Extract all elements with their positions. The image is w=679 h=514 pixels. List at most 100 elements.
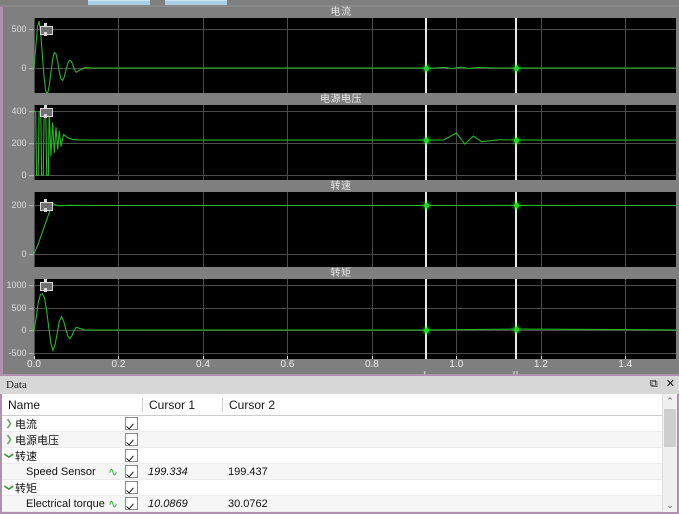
y-tick-label: 400 –: [11, 106, 34, 117]
trace-line: [34, 202, 676, 254]
chevron-right-icon[interactable]: ❯: [4, 434, 14, 445]
row-checkbox[interactable]: [125, 417, 138, 430]
cell-cursor2[interactable]: [222, 432, 310, 447]
cell-name[interactable]: ❯ 电源电压: [2, 432, 142, 447]
cell-cursor1[interactable]: [142, 416, 222, 431]
application-window: 电流 500 – 0 – 电源电压 400 – 200 – 0 – 转速 200 – 0 – 转矩 1…: [0, 0, 679, 514]
scale-handle-4[interactable]: [40, 279, 53, 292]
data-grid: Name Cursor 1 Cursor 2 ❯ 电流 ❯ 电源电压 ❯ 转速 Speed …: [0, 394, 679, 514]
plot-title-2: 电源电压: [320, 94, 362, 105]
cell-name[interactable]: Speed Sensor ∿: [2, 464, 142, 479]
scale-handle-2[interactable]: [40, 105, 53, 119]
cursor-point-I[interactable]: [424, 203, 429, 208]
x-tick-label: 0.2: [111, 359, 126, 370]
cursor-point-II[interactable]: [514, 203, 519, 208]
row-checkbox[interactable]: [125, 465, 138, 478]
cursor-line-I[interactable]: [425, 18, 427, 93]
y-tick-label: 0 –: [21, 248, 34, 259]
cell-name[interactable]: Electrical torque ∿: [2, 496, 142, 511]
cell-cursor1[interactable]: [142, 480, 222, 495]
table-row[interactable]: ❯ 转矩: [2, 480, 677, 496]
row-label: Electrical torque: [26, 497, 105, 510]
y-tick-label: 0 –: [21, 325, 34, 336]
x-tick-label: 1.4: [618, 359, 633, 370]
data-panel: Data ⧉ ✕ Name Cursor 1 Cursor 2 ❯ 电流 ❯ 电源电压…: [0, 374, 679, 514]
cell-cursor2[interactable]: [222, 448, 310, 463]
plot-canvas-2[interactable]: [34, 105, 676, 180]
scroll-up-icon[interactable]: ⌃: [663, 394, 677, 408]
column-header-name[interactable]: Name: [2, 398, 142, 412]
dock-icon[interactable]: ⧉: [650, 378, 658, 390]
table-row[interactable]: Speed Sensor ∿ 199.334 199.437: [2, 464, 677, 480]
table-row[interactable]: ❯ 电源电压: [2, 432, 677, 448]
cell-name[interactable]: ❯ 转速: [2, 448, 142, 463]
data-panel-buttons: ⧉ ✕: [650, 378, 675, 390]
cell-extra[interactable]: [310, 496, 677, 511]
plot-canvas-3[interactable]: [34, 192, 676, 267]
plot-title-1: 电流: [330, 7, 352, 18]
cell-name[interactable]: ❯ 电流: [2, 416, 142, 431]
cursor-point-I[interactable]: [424, 138, 429, 143]
y-axis-4: 1000 –500 –0 – -500 –: [3, 279, 34, 359]
scale-handle-1[interactable]: [40, 22, 53, 36]
cell-cursor2[interactable]: [222, 416, 310, 431]
cell-cursor1[interactable]: 199.334: [142, 464, 222, 479]
row-checkbox[interactable]: [125, 449, 138, 462]
cell-cursor2[interactable]: 199.437: [222, 464, 310, 479]
close-icon[interactable]: ✕: [666, 378, 675, 390]
cursor-point-II[interactable]: [514, 138, 519, 143]
column-header-cursor2[interactable]: Cursor 2: [222, 397, 310, 412]
y-tick-label: 0 –: [21, 63, 34, 73]
row-label: 电源电压: [15, 434, 59, 447]
cell-cursor2[interactable]: [222, 480, 310, 495]
chevron-down-icon[interactable]: ❯: [4, 451, 15, 461]
cursor-point-I[interactable]: [424, 328, 429, 333]
cell-cursor1[interactable]: [142, 448, 222, 463]
cell-cursor2[interactable]: 30.0762: [222, 496, 310, 511]
trace-svg-3: [34, 202, 676, 254]
cell-extra[interactable]: [310, 416, 677, 431]
cursor-point-II[interactable]: [514, 327, 519, 332]
cell-name[interactable]: ❯ 转矩: [2, 480, 142, 495]
column-header-cursor1[interactable]: Cursor 1: [142, 397, 222, 412]
table-row[interactable]: ❯ 转速: [2, 448, 677, 464]
data-panel-header: Data ⧉ ✕: [0, 376, 679, 395]
row-checkbox[interactable]: [125, 433, 138, 446]
row-label: 转矩: [15, 482, 37, 495]
trace-svg-1: [34, 20, 676, 93]
cursor-point-II[interactable]: [514, 66, 519, 71]
waveform-icon: ∿: [107, 496, 119, 511]
y-tick-label: 500 –: [11, 302, 34, 313]
row-checkbox[interactable]: [125, 481, 138, 494]
cell-cursor1[interactable]: 10.0869: [142, 496, 222, 511]
scale-handle-3[interactable]: [40, 199, 53, 213]
chevron-down-icon[interactable]: ❯: [4, 483, 15, 493]
plot-canvas-1[interactable]: [34, 18, 676, 93]
cursor-line-I[interactable]: [425, 279, 427, 359]
cell-cursor1[interactable]: [142, 432, 222, 447]
scroll-down-icon[interactable]: ⌄: [663, 498, 677, 512]
y-tick-label: 1000 –: [6, 279, 34, 290]
data-grid-header: Name Cursor 1 Cursor 2: [2, 394, 677, 416]
plot-area: 电流 500 – 0 – 电源电压 400 – 200 – 0 – 转速 200 – 0 – 转矩 1…: [0, 7, 679, 380]
trace-svg-2: [34, 110, 676, 176]
x-tick-label: 0.4: [195, 359, 210, 370]
row-checkbox[interactable]: [125, 497, 138, 510]
y-axis-2: 400 – 200 – 0 –: [3, 105, 34, 180]
cell-extra[interactable]: [310, 480, 677, 495]
x-tick-label: 0.0: [27, 359, 41, 370]
plot-canvas-4[interactable]: [34, 279, 676, 359]
scrollbar-thumb[interactable]: [664, 409, 676, 447]
row-label: Speed Sensor: [26, 465, 96, 478]
cell-extra[interactable]: [310, 432, 677, 447]
cell-extra[interactable]: [310, 448, 677, 463]
cursor-point-I[interactable]: [424, 66, 429, 71]
chevron-right-icon[interactable]: ❯: [4, 418, 14, 429]
cursor-line-II[interactable]: [515, 18, 517, 93]
table-row[interactable]: Electrical torque ∿ 10.0869 30.0762: [2, 496, 677, 512]
data-grid-scrollbar[interactable]: ⌃ ⌄: [662, 394, 677, 512]
y-axis-3: 200 – 0 –: [3, 192, 34, 267]
cell-extra[interactable]: [310, 464, 677, 479]
cursor-line-II[interactable]: [515, 279, 517, 359]
table-row[interactable]: ❯ 电流: [2, 416, 677, 432]
